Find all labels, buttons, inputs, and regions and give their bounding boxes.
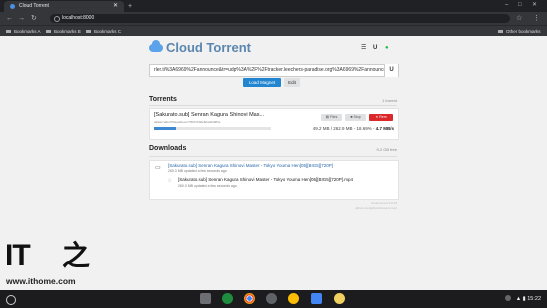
url-text: localhost:8000: [62, 15, 95, 21]
torrents-count: 1 torrent: [382, 98, 397, 103]
tab-close-icon[interactable]: ✕: [113, 1, 118, 12]
remove-button[interactable]: ✕ Rem: [369, 114, 393, 121]
address-bar-row: ← → ↻ localhost:8000 ☆ ⋮: [0, 12, 547, 25]
folder-icon: [6, 30, 11, 33]
downloads-heading: Downloads: [149, 145, 187, 152]
folder-icon: ▭: [155, 165, 161, 171]
edit-button[interactable]: Edit: [284, 78, 300, 87]
chrome-icon[interactable]: [244, 293, 255, 304]
torrent-hash: da9ac7e8e4794ea2dece7786b7bb8e8d4e84984e: [154, 120, 221, 124]
divider: [149, 105, 397, 106]
back-icon[interactable]: ←: [6, 12, 13, 25]
folder-icon: [86, 30, 91, 33]
window-close-icon[interactable]: ✕: [532, 1, 537, 10]
torrent-rate: 4.7 MB/s: [375, 126, 394, 131]
ithome-watermark: IT 之 www.ithome.com: [2, 238, 102, 292]
bookmark-star-icon[interactable]: ☆: [516, 12, 522, 25]
footer-version: cloud-torrent 0.8.25: [370, 201, 397, 205]
browser-tab[interactable]: Cloud Torrent ✕: [4, 1, 124, 12]
stop-button[interactable]: ■ Stop: [345, 114, 366, 121]
reload-icon[interactable]: ↻: [31, 12, 37, 25]
torrent-progress-bar: [154, 127, 271, 130]
play-store-icon[interactable]: [222, 293, 233, 304]
clock: 15:22: [527, 296, 541, 302]
forward-icon[interactable]: →: [18, 12, 25, 25]
magnet-input[interactable]: rler.ti%3A6969%2Fannounce&tr=udp%3A%2F%2…: [149, 64, 399, 77]
battery-icon: ▮: [522, 296, 526, 302]
watermark-it: IT: [5, 239, 31, 272]
minimize-icon[interactable]: –: [505, 1, 508, 10]
cloud-logo-icon: [149, 40, 163, 52]
new-tab-button[interactable]: +: [128, 1, 132, 12]
magnet-icon[interactable]: U: [373, 45, 377, 51]
files-button[interactable]: ▤ Files: [321, 114, 342, 121]
torrents-heading: Torrents: [149, 96, 177, 103]
downloads-list: ▭ [Sakurato.sub] Senran Kagura Shinovi M…: [149, 160, 399, 200]
settings-icon[interactable]: [266, 293, 277, 304]
status-icon[interactable]: ●: [385, 45, 389, 51]
chromeos-shelf: ▲ ▮ 15:22: [0, 290, 547, 308]
download-folder-status: 260.3 MB updated a few seconds ago: [168, 169, 227, 173]
files-app-icon[interactable]: [200, 293, 211, 304]
load-magnet-button[interactable]: Load Magnet: [243, 78, 281, 87]
magnet-input-icon[interactable]: U: [384, 64, 398, 77]
footer-link[interactable]: github.com/jpillora/cloud-torrent: [300, 206, 397, 210]
launcher-icon[interactable]: [6, 295, 16, 305]
wifi-icon: ▲: [515, 296, 522, 302]
photos-icon[interactable]: [288, 293, 299, 304]
torrent-progress-fill: [154, 127, 176, 130]
watermark-url: www.ithome.com: [6, 276, 76, 286]
list-view-icon[interactable]: ☰: [361, 45, 366, 51]
app-title: Cloud Torrent: [166, 40, 251, 55]
browser-chrome: Cloud Torrent ✕ + – □ ✕ ← → ↻ localhost:…: [0, 0, 547, 37]
disk-free: 9.2 GB free: [376, 147, 397, 152]
url-bar[interactable]: localhost:8000: [50, 14, 510, 23]
camera-icon[interactable]: [311, 293, 322, 304]
tab-title: Cloud Torrent: [19, 3, 49, 9]
account-avatar-icon: [505, 295, 512, 301]
info-icon[interactable]: [54, 16, 60, 22]
maximize-icon[interactable]: □: [518, 1, 522, 10]
tab-favicon-icon: [10, 4, 15, 9]
system-tray[interactable]: ▲ ▮ 15:22: [505, 290, 541, 308]
torrent-card: [Sakurato.sub] Senran Kagura Shinovi Mas…: [149, 108, 399, 140]
divider: [149, 156, 397, 157]
loading-icon: ◌: [168, 178, 172, 184]
folder-icon: [498, 30, 503, 33]
download-file-name[interactable]: [Sakurato.sub] Senran Kagura Shinovi Mas…: [178, 177, 353, 183]
folder-icon: [46, 30, 51, 33]
torrent-stats: 49.2 MB / 262.9 MB - 18.69% - 4.7 MB/s: [313, 126, 394, 132]
watermark-logo-glyph: 之: [62, 240, 91, 271]
menu-icon[interactable]: ⋮: [533, 12, 540, 25]
keep-icon[interactable]: [334, 293, 345, 304]
download-file-status: 260.3 MB updated a few seconds ago: [178, 184, 237, 188]
torrent-size: 49.2 MB / 262.9 MB - 18.69% -: [312, 126, 375, 131]
torrent-name: [Sakurato.sub] Senran Kagura Shinovi Mas…: [154, 112, 265, 118]
